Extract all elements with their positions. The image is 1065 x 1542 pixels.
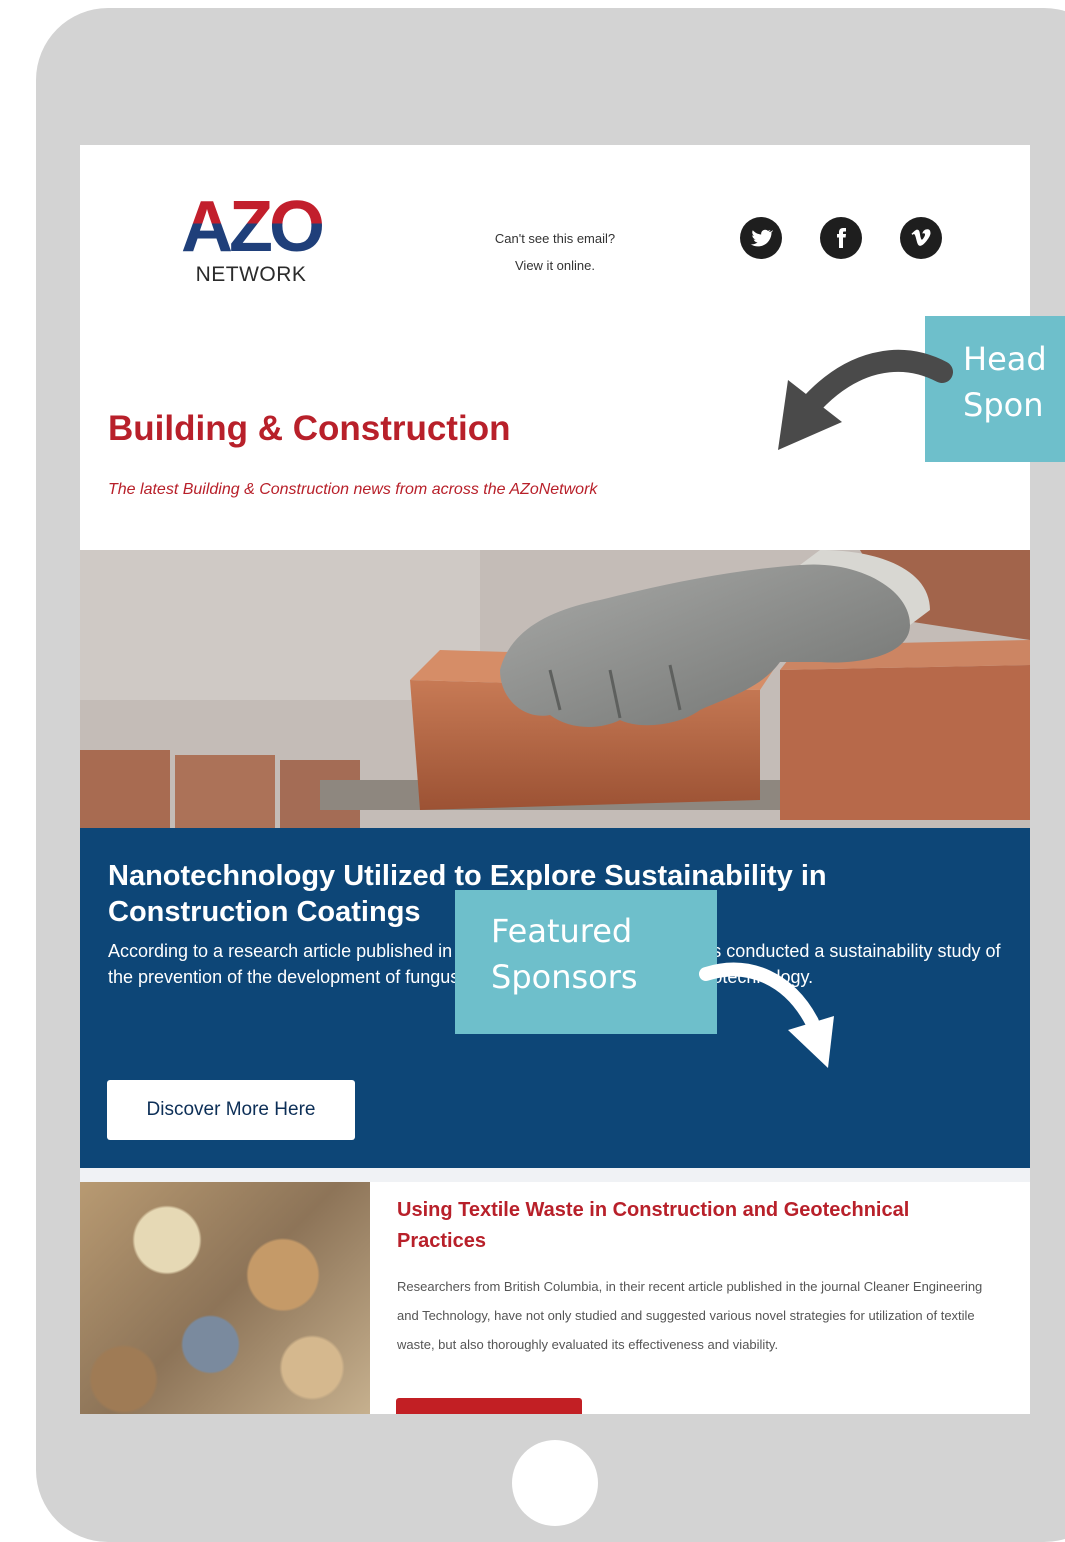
discover-more-button[interactable]: Discover More Here bbox=[107, 1080, 355, 1140]
view-online-line1: Can't see this email? bbox=[494, 231, 616, 246]
tablet-home-button[interactable] bbox=[512, 1440, 598, 1526]
stage: AZO NETWORK Can't see this email? View i… bbox=[0, 0, 1065, 1542]
header-sponsor-arrow-icon bbox=[778, 349, 953, 450]
social-links bbox=[740, 217, 942, 259]
section-divider bbox=[80, 1168, 1030, 1182]
section-title: Building & Construction bbox=[108, 409, 511, 448]
featured-sponsors-arrow-icon bbox=[699, 962, 834, 1068]
facebook-icon[interactable] bbox=[820, 217, 862, 259]
header-sponsor-line1: Head bbox=[963, 340, 1047, 378]
logo-mark: AZO bbox=[166, 191, 336, 263]
email-screen[interactable]: AZO NETWORK Can't see this email? View i… bbox=[80, 145, 1030, 1414]
featured-sponsors-line2: Sponsors bbox=[491, 958, 638, 996]
azo-network-logo[interactable]: AZO NETWORK bbox=[166, 191, 336, 291]
section-subtitle: The latest Building & Construction news … bbox=[108, 481, 598, 498]
textile-waste-image[interactable] bbox=[80, 1182, 370, 1414]
view-online-line2[interactable]: View it online. bbox=[450, 252, 660, 279]
featured-sponsors-line1: Featured bbox=[491, 912, 633, 950]
article-read-more-button[interactable] bbox=[396, 1398, 582, 1414]
view-online-link[interactable]: Can't see this email? View it online. bbox=[450, 225, 660, 279]
email-header: AZO NETWORK Can't see this email? View i… bbox=[80, 145, 1030, 305]
featured-sponsors-callout: Featured Sponsors bbox=[455, 890, 717, 1034]
hero-image-bricks[interactable] bbox=[80, 550, 1030, 830]
vimeo-icon[interactable] bbox=[900, 217, 942, 259]
article-title[interactable]: Using Textile Waste in Construction and … bbox=[397, 1195, 997, 1257]
twitter-icon[interactable] bbox=[740, 217, 782, 259]
article-body: Researchers from British Columbia, in th… bbox=[397, 1279, 983, 1352]
header-sponsor-line2: Spon bbox=[963, 386, 1044, 424]
